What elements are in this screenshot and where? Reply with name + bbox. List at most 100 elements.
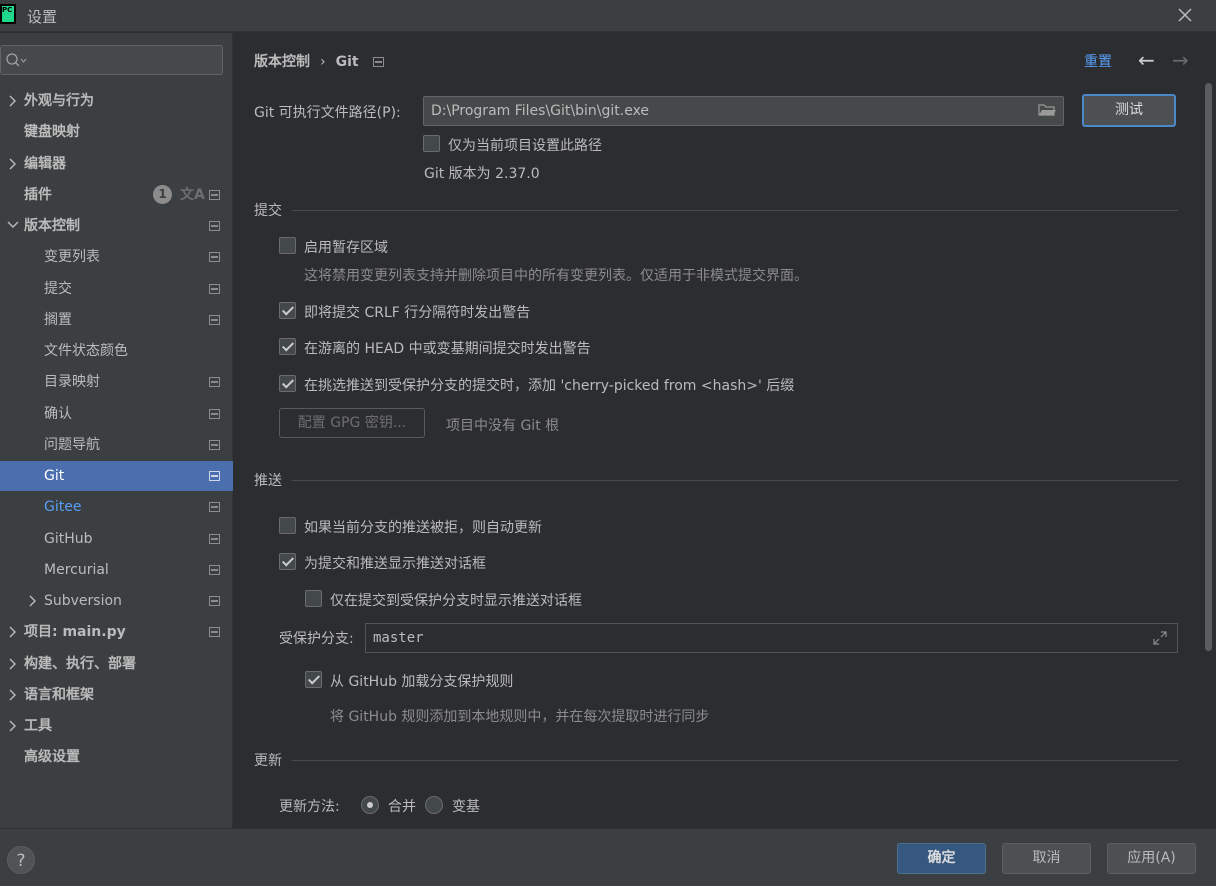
project-settings-icon bbox=[209, 315, 220, 325]
sidebar-item-github[interactable]: GitHub bbox=[0, 524, 233, 554]
sidebar-item-project[interactable]: 项目: main.py bbox=[0, 617, 233, 647]
sidebar-item-label: 构建、执行、部署 bbox=[24, 656, 136, 672]
crlf-warning-checkbox[interactable] bbox=[279, 302, 296, 319]
sidebar-item-label: 搁置 bbox=[44, 312, 72, 328]
sidebar-item-gitee[interactable]: Gitee bbox=[0, 492, 233, 522]
apply-button[interactable]: 应用(A) bbox=[1107, 843, 1196, 874]
project-settings-icon bbox=[209, 471, 220, 481]
sidebar-item-label: 插件 bbox=[24, 187, 52, 203]
github-rules-label: 从 GitHub 加载分支保护规则 bbox=[330, 674, 514, 690]
sidebar-item-confirmation[interactable]: 确认 bbox=[0, 399, 233, 429]
sidebar-item-file-status-colors[interactable]: 文件状态颜色 bbox=[0, 336, 233, 366]
project-only-checkbox[interactable] bbox=[423, 135, 440, 152]
chevron-right-icon bbox=[9, 95, 16, 107]
merge-radio[interactable] bbox=[361, 796, 379, 814]
git-path-field[interactable]: D:\Program Files\Git\bin\git.exe bbox=[423, 96, 1064, 126]
sidebar-item-label: 目录映射 bbox=[44, 374, 100, 390]
gpg-hint: 项目中没有 Git 根 bbox=[446, 418, 560, 434]
chevron-right-icon bbox=[29, 595, 36, 607]
commit-section-title: 提交 bbox=[254, 203, 282, 219]
sidebar-item-tools[interactable]: 工具 bbox=[0, 711, 233, 741]
staging-area-label: 启用暂存区域 bbox=[304, 240, 388, 256]
pycharm-logo-icon bbox=[0, 4, 16, 24]
project-settings-icon bbox=[209, 596, 220, 606]
protected-only-dialog-label: 仅在提交到受保护分支时显示推送对话框 bbox=[330, 593, 582, 609]
sidebar-item-label: 提交 bbox=[44, 281, 72, 297]
sidebar-item-appearance[interactable]: 外观与行为 bbox=[0, 86, 233, 116]
protected-branches-label: 受保护分支: bbox=[279, 631, 354, 647]
sidebar-item-editor[interactable]: 编辑器 bbox=[0, 149, 233, 179]
dialog-footer: ? 确定 取消 应用(A) bbox=[0, 828, 1216, 886]
sidebar-item-changelists[interactable]: 变更列表 bbox=[0, 242, 233, 272]
reset-link[interactable]: 重置 bbox=[1084, 51, 1112, 71]
back-arrow-icon[interactable]: ← bbox=[1138, 48, 1155, 72]
sidebar-item-build[interactable]: 构建、执行、部署 bbox=[0, 649, 233, 679]
forward-arrow-icon: → bbox=[1172, 48, 1189, 72]
sidebar-item-plugins[interactable]: 插件 1 文A bbox=[0, 180, 233, 210]
project-settings-icon bbox=[209, 502, 220, 512]
help-button[interactable]: ? bbox=[7, 846, 35, 874]
settings-sidebar: 外观与行为 键盘映射 编辑器 插件 1 文A 版本控制 变更列表 提交 搁置 文… bbox=[0, 33, 233, 828]
expand-icon[interactable] bbox=[1152, 630, 1168, 646]
sidebar-item-directory-mappings[interactable]: 目录映射 bbox=[0, 367, 233, 397]
project-settings-icon bbox=[209, 190, 220, 200]
git-version-text: Git 版本为 2.37.0 bbox=[424, 166, 540, 182]
configure-gpg-button: 配置 GPG 密钥... bbox=[279, 408, 425, 438]
ok-button[interactable]: 确定 bbox=[897, 843, 986, 874]
sidebar-item-commit[interactable]: 提交 bbox=[0, 274, 233, 304]
breadcrumb: 版本控制 › Git bbox=[254, 51, 384, 71]
sidebar-item-label: 文件状态颜色 bbox=[44, 343, 128, 359]
update-section-title: 更新 bbox=[254, 753, 282, 769]
chevron-right-icon bbox=[9, 689, 16, 701]
rebase-radio[interactable] bbox=[425, 796, 443, 814]
protected-branches-field[interactable]: master bbox=[365, 623, 1178, 653]
sidebar-item-label: 编辑器 bbox=[24, 156, 66, 172]
protected-only-dialog-checkbox[interactable] bbox=[305, 590, 322, 607]
sidebar-item-shelf[interactable]: 搁置 bbox=[0, 305, 233, 335]
project-only-label: 仅为当前项目设置此路径 bbox=[448, 138, 602, 154]
update-method-label: 更新方法: bbox=[279, 799, 340, 815]
sidebar-item-version-control[interactable]: 版本控制 bbox=[0, 211, 233, 241]
github-rules-hint: 将 GitHub 规则添加到本地规则中，并在每次提取时进行同步 bbox=[330, 709, 710, 725]
chevron-right-icon bbox=[9, 626, 16, 638]
project-settings-icon bbox=[209, 377, 220, 387]
sidebar-item-advanced[interactable]: 高级设置 bbox=[0, 742, 233, 772]
auto-update-checkbox[interactable] bbox=[279, 517, 296, 534]
breadcrumb-parent: 版本控制 bbox=[254, 54, 310, 70]
sidebar-item-label: Git bbox=[44, 468, 65, 484]
project-settings-icon bbox=[209, 221, 220, 231]
sidebar-item-subversion[interactable]: Subversion bbox=[0, 586, 233, 616]
rebase-label: 变基 bbox=[452, 799, 480, 815]
staging-area-checkbox[interactable] bbox=[279, 237, 296, 254]
sidebar-item-label: 问题导航 bbox=[44, 437, 100, 453]
project-settings-icon bbox=[372, 57, 384, 67]
sidebar-item-languages[interactable]: 语言和框架 bbox=[0, 680, 233, 710]
close-icon[interactable] bbox=[1174, 4, 1196, 26]
show-push-dialog-checkbox[interactable] bbox=[279, 553, 296, 570]
project-settings-icon bbox=[209, 534, 220, 544]
sidebar-item-label: 键盘映射 bbox=[24, 124, 80, 140]
sidebar-item-label: 工具 bbox=[24, 718, 52, 734]
project-settings-icon bbox=[209, 284, 220, 294]
test-button[interactable]: 测试 bbox=[1082, 94, 1176, 127]
sidebar-item-mercurial[interactable]: Mercurial bbox=[0, 555, 233, 585]
search-input[interactable] bbox=[0, 45, 223, 75]
github-rules-checkbox[interactable] bbox=[305, 671, 322, 688]
section-divider bbox=[292, 480, 1178, 481]
sidebar-item-issue-navigation[interactable]: 问题导航 bbox=[0, 430, 233, 460]
sidebar-item-label: Gitee bbox=[44, 499, 82, 515]
merge-label: 合并 bbox=[388, 799, 416, 815]
detached-head-warning-checkbox[interactable] bbox=[279, 338, 296, 355]
crlf-warning-label: 即将提交 CRLF 行分隔符时发出警告 bbox=[304, 305, 531, 321]
cherry-pick-suffix-checkbox[interactable] bbox=[279, 375, 296, 392]
folder-icon[interactable] bbox=[1038, 103, 1056, 117]
sidebar-item-git[interactable]: Git bbox=[0, 461, 233, 491]
sidebar-item-label: 确认 bbox=[44, 406, 72, 422]
scrollbar[interactable] bbox=[1205, 83, 1212, 651]
cancel-button[interactable]: 取消 bbox=[1002, 843, 1091, 874]
sidebar-item-keymap[interactable]: 键盘映射 bbox=[0, 117, 233, 147]
plugins-update-badge: 1 bbox=[153, 185, 172, 204]
sidebar-item-label: 版本控制 bbox=[24, 218, 80, 234]
chevron-down-icon bbox=[7, 221, 19, 228]
sidebar-item-label: 变更列表 bbox=[44, 249, 100, 265]
